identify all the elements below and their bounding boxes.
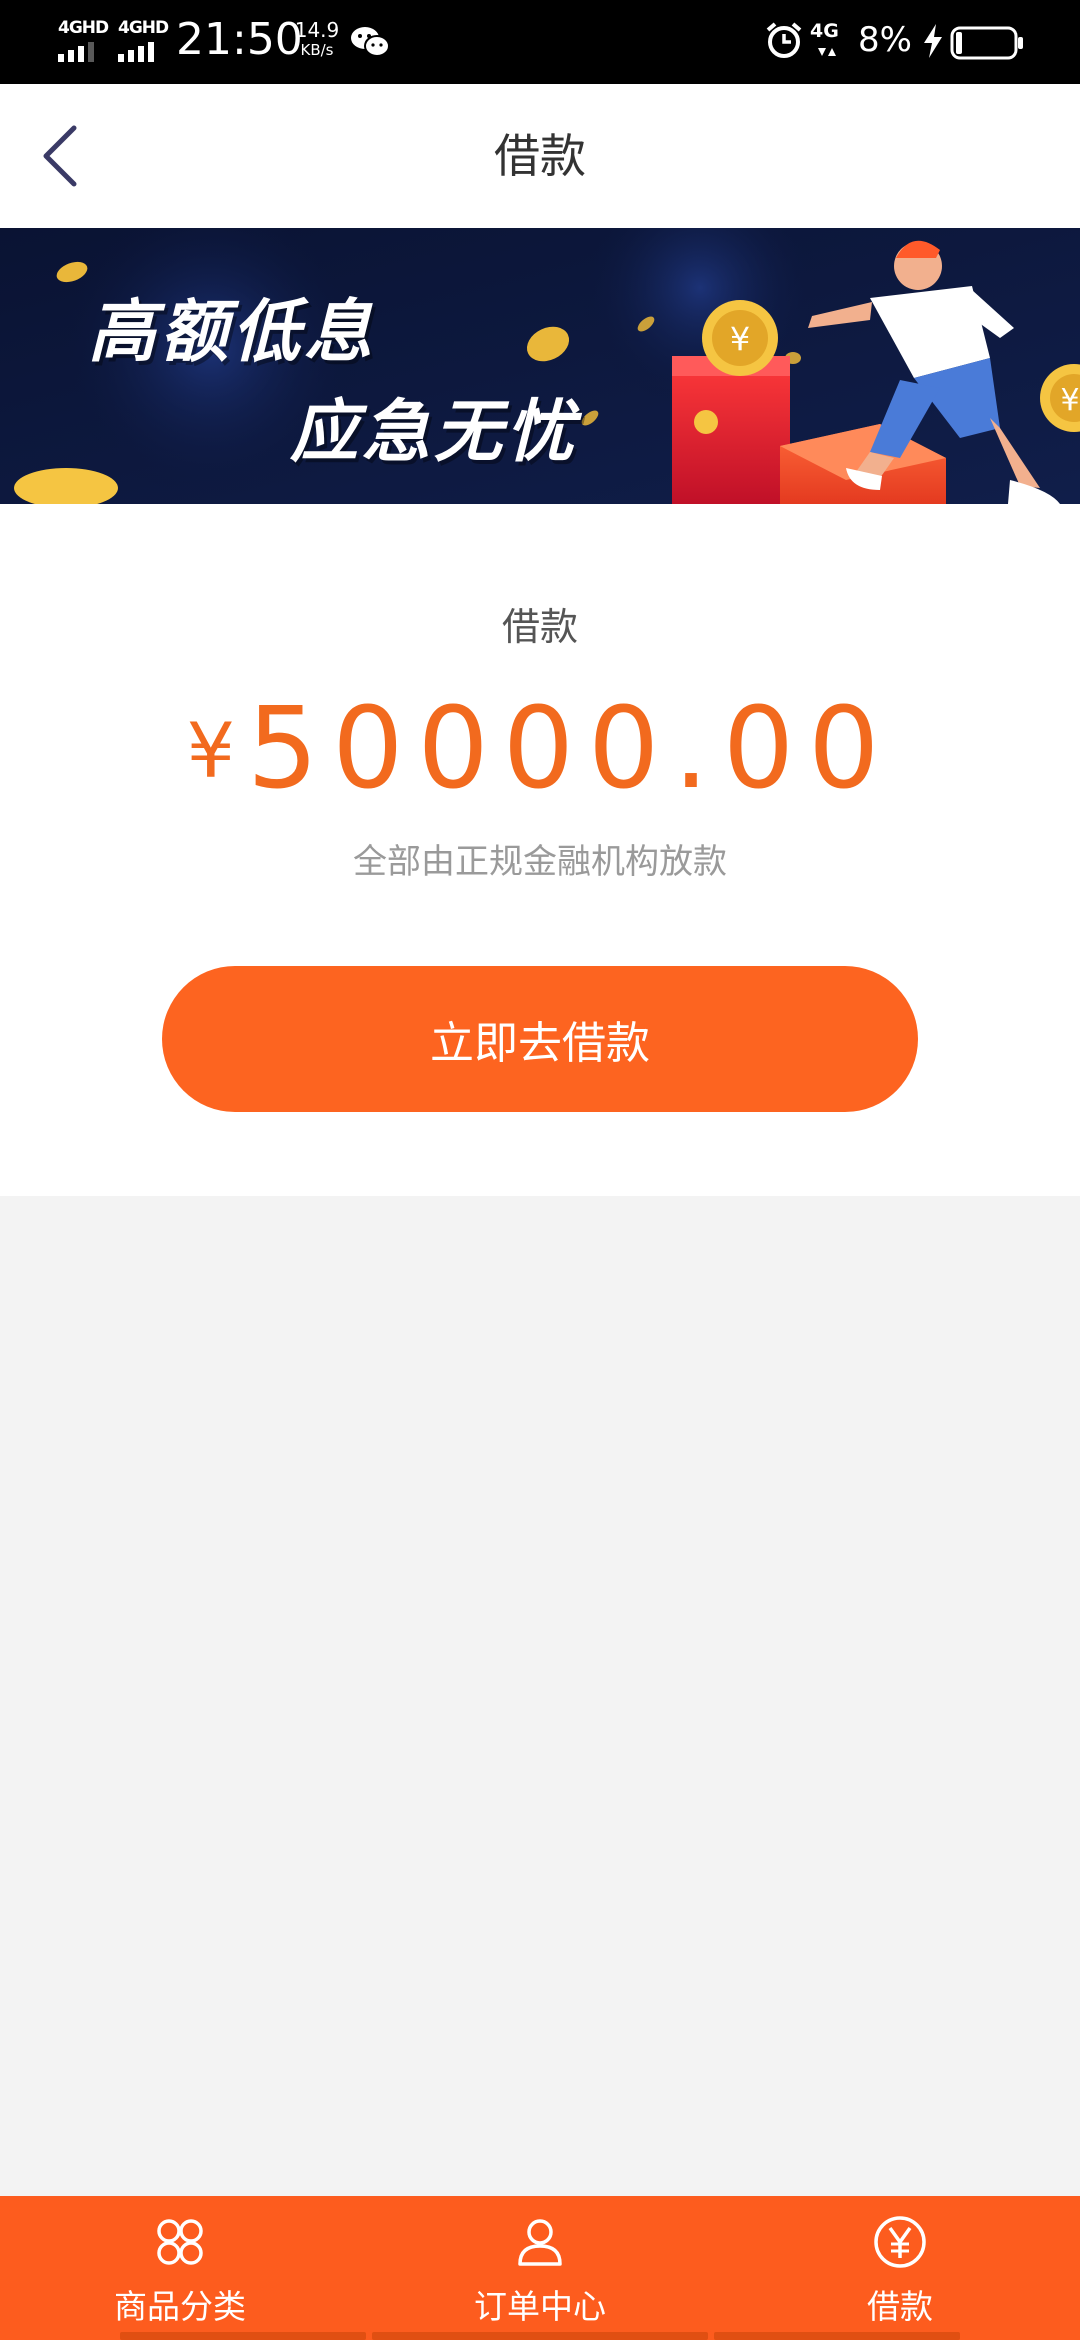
user-icon [518, 2219, 562, 2266]
status-bar: 4GHD 4GHD 21:50 14.9 KB/s 4G 8% [0, 0, 1080, 84]
page-title: 借款 [494, 129, 586, 183]
network-speed-unit: KB/s [300, 41, 334, 59]
tab-loan[interactable]: 借款 [780, 2196, 1020, 2340]
tab-bar-divider [120, 2332, 366, 2340]
tab-orders[interactable]: 订单中心 [420, 2196, 660, 2340]
tab-category-label: 商品分类 [114, 2287, 246, 2326]
sim2-signal-icon: 4GHD [118, 18, 174, 62]
loan-label: 借款 [501, 605, 578, 649]
status-time: 21:50 [176, 14, 303, 65]
category-grid-icon [157, 2219, 203, 2265]
sim1-signal-icon: 4GHD [58, 18, 114, 62]
network-speed: 14.9 KB/s [292, 20, 342, 58]
currency-symbol: ¥ [186, 706, 235, 795]
alarm-icon [766, 22, 802, 58]
sim2-label: 4GHD [118, 18, 169, 38]
svg-text:¥: ¥ [1060, 383, 1079, 418]
loan-card: 借款 ¥50000.00 全部由正规金融机构放款 立即去借款 [0, 504, 1080, 1196]
tab-bar-divider [714, 2332, 960, 2340]
battery-icon [950, 26, 1023, 60]
loan-disclaimer: 全部由正规金融机构放款 [353, 842, 727, 882]
loan-amount-value: 50000.00 [246, 684, 894, 814]
sim1-label: 4GHD [58, 18, 109, 38]
loan-amount: ¥50000.00 [0, 684, 1080, 814]
svg-text:¥: ¥ [730, 320, 750, 358]
nav-bar: 借款 [0, 84, 1080, 228]
bottom-tab-bar: 商品分类 订单中心 借款 [0, 2196, 1080, 2340]
banner-headline: 高额低息 [88, 293, 377, 372]
promo-banner[interactable]: ¥ ¥ 高额低息 应急无忧 [0, 228, 1080, 504]
tab-orders-label: 订单中心 [474, 2287, 606, 2326]
tab-bar-divider [372, 2332, 708, 2340]
yuan-circle-icon [874, 2216, 926, 2268]
tab-loan-label: 借款 [867, 2287, 933, 2326]
network-speed-value: 14.9 [294, 18, 340, 42]
wechat-icon [351, 27, 390, 57]
battery-percent: 8% [858, 20, 912, 60]
chevron-left-icon[interactable] [30, 122, 90, 190]
app-root: 4GHD 4GHD 21:50 14.9 KB/s 4G 8% 借款 ¥ ¥ 高… [0, 0, 1080, 2340]
tab-category[interactable]: 商品分类 [60, 2196, 300, 2340]
borrow-now-button[interactable]: 立即去借款 [162, 966, 918, 1112]
banner-subheadline: 应急无忧 [290, 393, 579, 472]
charging-bolt-icon [924, 24, 942, 58]
